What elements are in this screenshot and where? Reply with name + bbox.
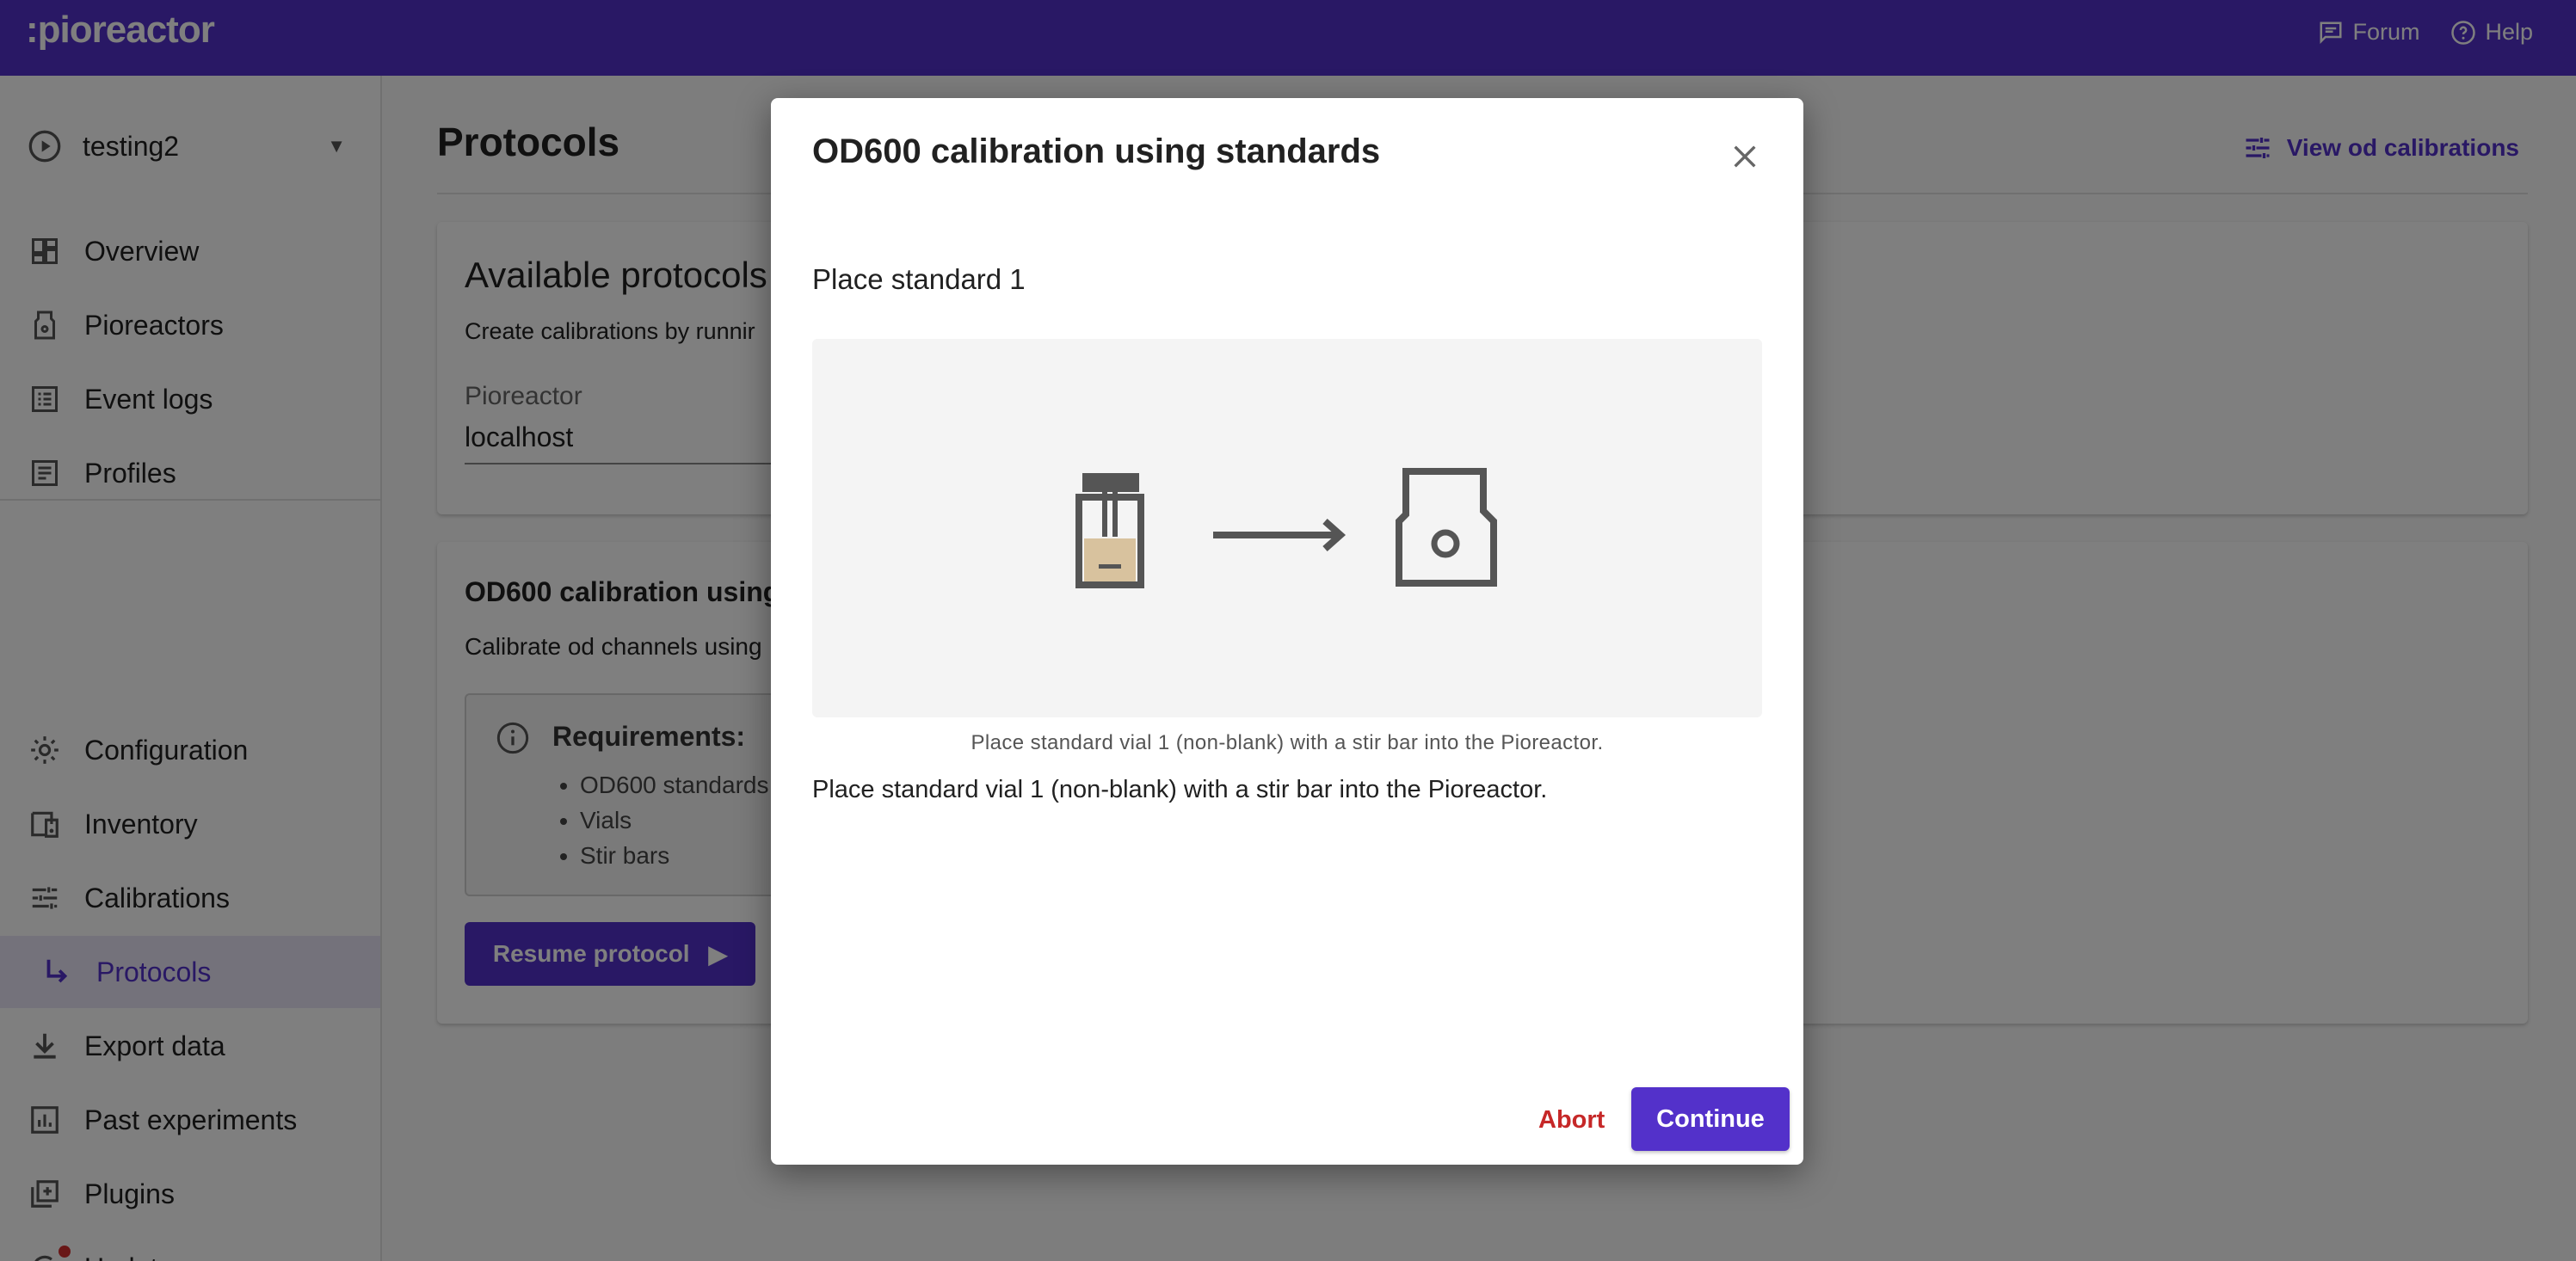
pioreactor-icon: [1396, 468, 1497, 587]
dialog-title: OD600 calibration using standards: [812, 132, 1381, 170]
close-button[interactable]: [1724, 136, 1766, 177]
illustration-caption: Place standard vial 1 (non-blank) with a…: [971, 731, 1604, 754]
close-icon: [1734, 145, 1756, 168]
abort-button[interactable]: Abort: [1521, 1089, 1622, 1151]
step-title: Place standard 1: [812, 263, 1026, 295]
vial-icon: [1075, 473, 1144, 588]
continue-button[interactable]: Continue: [1631, 1087, 1790, 1151]
arrow-right-icon: [1213, 519, 1347, 551]
instruction-text: Place standard vial 1 (non-blank) with a…: [812, 776, 1548, 803]
instruction-illustration: [812, 339, 1762, 717]
calibration-dialog: OD600 calibration using standards Place …: [771, 98, 1803, 1165]
